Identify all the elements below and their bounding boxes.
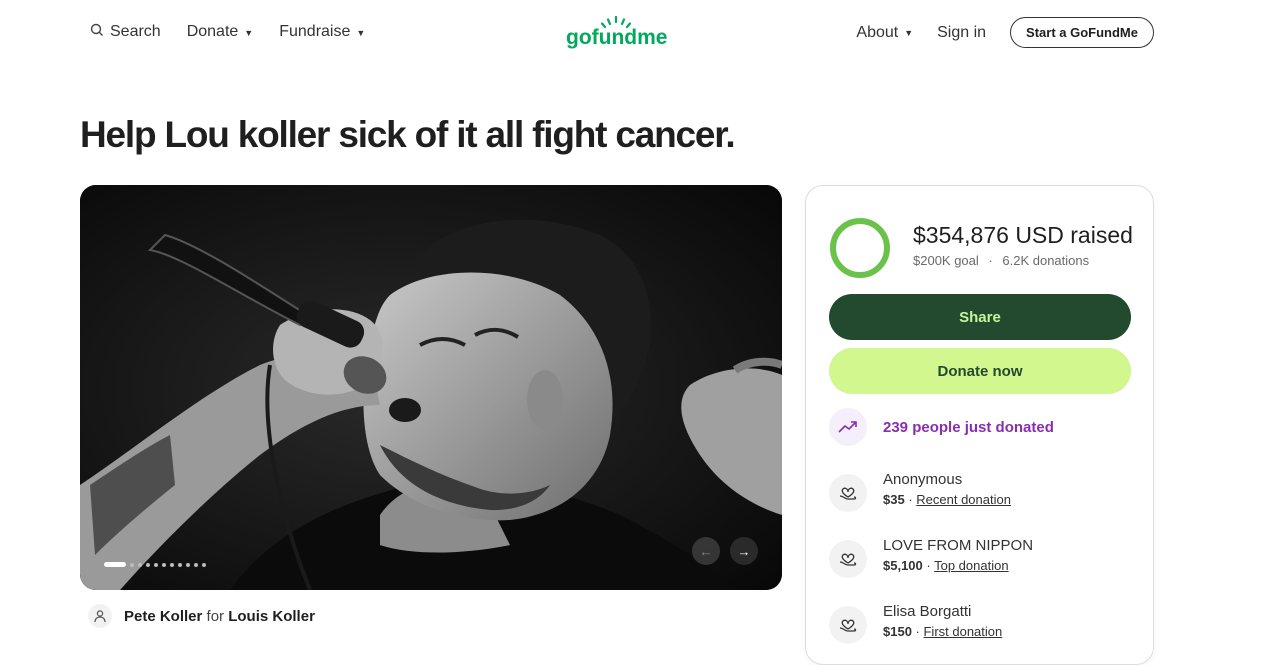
carousel-dot[interactable] — [162, 562, 166, 567]
chevron-down-icon: ▼ — [904, 28, 914, 38]
carousel-dot[interactable] — [104, 562, 126, 567]
donor-separator: · — [911, 624, 924, 639]
donor-amount: $150 — [883, 624, 912, 639]
donor-item: LOVE FROM NIPPON $5,100 · Top donation — [829, 536, 1033, 578]
arrow-left-icon: ← — [699, 543, 713, 559]
nav-left: Search Donate ▼ Fundraise ▼ — [90, 20, 365, 44]
start-gofundme-button[interactable]: Start a GoFundMe — [1010, 17, 1154, 48]
heart-hand-icon — [829, 540, 867, 578]
progress-ring — [830, 218, 890, 278]
carousel-dot[interactable] — [194, 562, 198, 567]
signin-label: Sign in — [937, 23, 987, 41]
carousel-dot[interactable] — [186, 562, 190, 567]
signin-link[interactable]: Sign in — [937, 21, 986, 45]
donor-details: $5,100 · Top donation — [883, 556, 1033, 576]
organizer-line: Pete Koller for Louis Koller — [88, 604, 315, 628]
carousel-next-button[interactable]: → — [730, 537, 758, 565]
campaign-title: Help Lou koller sick of it all fight can… — [80, 114, 736, 155]
carousel-dot[interactable] — [170, 562, 174, 567]
goal-and-donations: $200K goal · 6.2K donations — [913, 253, 1089, 268]
top-nav: Search Donate ▼ Fundraise ▼ gofundme Abo… — [0, 0, 1280, 64]
amount-raised: $354,876 USD raised — [913, 222, 1133, 248]
donor-separator: · — [904, 492, 917, 507]
svg-text:gofundme: gofundme — [566, 26, 667, 49]
donor-tag-link[interactable]: Recent donation — [916, 492, 1011, 507]
donor-amount: $35 — [883, 492, 905, 507]
campaign-image-carousel[interactable]: ← → — [80, 185, 782, 590]
carousel-dot[interactable] — [178, 562, 182, 567]
donor-details: $35 · Recent donation — [883, 490, 1011, 510]
organizer-name[interactable]: Pete Koller — [124, 608, 202, 625]
carousel-dot[interactable] — [202, 562, 206, 567]
progress-ring-fill — [830, 218, 890, 278]
gofundme-logo[interactable]: gofundme — [566, 15, 670, 50]
beneficiary-name[interactable]: Louis Koller — [228, 608, 315, 625]
donate-now-button[interactable]: Donate now — [829, 348, 1131, 394]
donor-tag-link[interactable]: Top donation — [934, 558, 1008, 573]
heart-hand-icon — [829, 606, 867, 644]
donor-tag-link[interactable]: First donation — [923, 624, 1002, 639]
user-icon — [88, 604, 112, 628]
donor-amount: $5,100 — [883, 558, 923, 573]
trend-up-icon — [829, 408, 867, 446]
donor-item: Elisa Borgatti $150 · First donation — [829, 602, 1002, 644]
recent-donors-count: 239 people just donated — [883, 418, 1054, 436]
about-menu[interactable]: About ▼ — [856, 21, 913, 45]
search-icon — [90, 23, 104, 42]
arrow-right-icon: → — [737, 543, 751, 559]
chevron-down-icon: ▼ — [356, 27, 366, 38]
donation-count: 6.2K donations — [1002, 253, 1090, 268]
donation-card: $354,876 USD raised $200K goal · 6.2K do… — [805, 185, 1154, 665]
goal-amount: $200K goal — [913, 253, 979, 268]
carousel-dot[interactable] — [146, 562, 150, 567]
donor-details: $150 · First donation — [883, 622, 1002, 642]
donor-name: LOVE FROM NIPPON — [883, 537, 1034, 554]
organizer-for: for — [206, 607, 225, 625]
carousel-dot[interactable] — [130, 562, 134, 567]
nav-right: About ▼ Sign in Start a GoFundMe — [856, 17, 1154, 48]
carousel-prev-button[interactable]: ← — [692, 537, 720, 565]
share-button[interactable]: Share — [829, 294, 1131, 340]
search-link[interactable]: Search — [90, 20, 161, 44]
chevron-down-icon: ▼ — [244, 27, 254, 38]
heart-hand-icon — [829, 474, 867, 512]
donor-separator: · — [922, 558, 935, 573]
campaign-photo — [80, 185, 782, 590]
fundraise-menu-label: Fundraise — [279, 23, 351, 40]
donate-menu[interactable]: Donate ▼ — [187, 20, 254, 44]
about-menu-label: About — [856, 23, 899, 41]
meta-separator: · — [988, 253, 993, 268]
donate-menu-label: Donate — [186, 23, 239, 40]
fundraise-menu[interactable]: Fundraise ▼ — [279, 20, 365, 44]
donor-item: Anonymous $35 · Recent donation — [829, 470, 1011, 512]
search-label: Search — [110, 23, 161, 40]
recent-activity: 239 people just donated — [829, 408, 1054, 446]
carousel-dot[interactable] — [154, 562, 158, 567]
donor-name: Anonymous — [883, 471, 963, 488]
carousel-indicators — [104, 562, 206, 567]
donor-name: Elisa Borgatti — [883, 603, 972, 620]
carousel-dot[interactable] — [138, 562, 142, 567]
